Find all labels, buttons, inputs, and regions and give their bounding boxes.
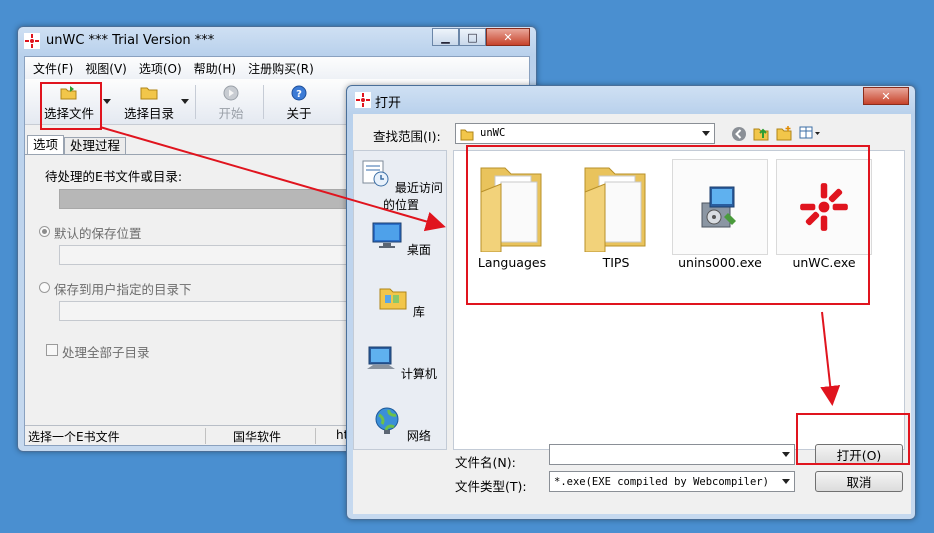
- place-desktop[interactable]: 桌面: [354, 219, 448, 258]
- select-directory-dropdown-arrow[interactable]: [181, 99, 189, 104]
- new-folder-icon[interactable]: [776, 125, 792, 141]
- source-label: 待处理的E书文件或目录:: [45, 169, 183, 184]
- look-in-label: 查找范围(I):: [373, 129, 441, 144]
- recent-places-icon: [362, 160, 389, 187]
- library-icon: [379, 288, 407, 310]
- look-in-dropdown-arrow[interactable]: [702, 131, 710, 136]
- status-message: 选择一个E书文件: [28, 430, 120, 444]
- help-icon: ?: [291, 85, 307, 101]
- folder-small-icon: [460, 129, 474, 141]
- folder-icon: [140, 87, 158, 100]
- status-divider-2: [315, 428, 316, 444]
- select-directory-label: 选择目录: [123, 106, 174, 121]
- custom-save-radio[interactable]: [39, 282, 50, 293]
- dialog-caption-buttons: ✕: [863, 87, 909, 105]
- menu-bar: 文件(F) 视图(V) 选项(O) 帮助(H) 注册购买(R): [25, 57, 529, 79]
- status-divider: [205, 428, 206, 444]
- custom-save-field[interactable]: [59, 301, 355, 321]
- maximize-button[interactable]: □: [459, 28, 486, 46]
- subdirs-label: 处理全部子目录: [62, 345, 150, 360]
- toolbar-separator-2: [263, 85, 264, 119]
- main-window-title: unWC *** Trial Version ***: [46, 33, 215, 48]
- dialog-close-button[interactable]: ✕: [863, 87, 909, 105]
- menu-register[interactable]: 注册购买(R): [248, 60, 314, 77]
- place-recent-label: 最近访问的位置: [382, 181, 443, 212]
- close-button[interactable]: ✕: [486, 28, 530, 46]
- filename-combo[interactable]: [549, 444, 795, 465]
- highlight-file-list: [466, 145, 870, 305]
- place-desktop-label: 桌面: [406, 243, 431, 257]
- look-in-value: unWC: [480, 127, 506, 139]
- filetype-value: *.exe(EXE compiled by Webcompiler): [554, 476, 769, 488]
- tab-options[interactable]: 选项: [27, 135, 65, 154]
- filetype-combo[interactable]: *.exe(EXE compiled by Webcompiler): [549, 471, 795, 492]
- select-file-dropdown-arrow[interactable]: [103, 99, 111, 104]
- play-icon: [223, 85, 239, 101]
- default-save-field[interactable]: [59, 245, 355, 265]
- computer-icon: [367, 346, 396, 369]
- filename-dropdown-arrow[interactable]: [782, 452, 790, 457]
- place-library[interactable]: 库: [354, 281, 448, 320]
- menu-help[interactable]: 帮助(H): [194, 60, 236, 77]
- default-save-radio[interactable]: [39, 226, 50, 237]
- select-directory-button[interactable]: 选择目录: [117, 82, 181, 122]
- menu-file[interactable]: 文件(F): [33, 60, 73, 77]
- minimize-button[interactable]: ▁: [432, 28, 459, 46]
- back-icon[interactable]: [731, 126, 747, 142]
- cancel-button[interactable]: 取消: [815, 471, 903, 492]
- unwc-app-icon: [355, 92, 371, 108]
- places-bar: 最近访问的位置 桌面 库 计算机 网络: [353, 150, 447, 450]
- place-library-label: 库: [412, 305, 425, 319]
- filetype-label: 文件类型(T):: [455, 479, 527, 494]
- highlight-open-button: [796, 413, 910, 465]
- dialog-title: 打开: [375, 96, 402, 111]
- network-icon: [375, 407, 399, 434]
- up-folder-icon[interactable]: [753, 125, 769, 141]
- svg-text:?: ?: [296, 89, 302, 100]
- place-computer[interactable]: 计算机: [354, 343, 448, 382]
- highlight-select-file: [40, 82, 102, 130]
- place-recent[interactable]: 最近访问的位置: [354, 157, 448, 213]
- filename-label: 文件名(N):: [455, 455, 516, 470]
- subdirs-checkbox[interactable]: [46, 344, 58, 356]
- start-label: 开始: [218, 106, 244, 121]
- place-network-label: 网络: [406, 429, 431, 443]
- source-path-field[interactable]: [59, 189, 355, 209]
- place-computer-label: 计算机: [400, 367, 437, 381]
- menu-view[interactable]: 视图(V): [85, 60, 127, 77]
- status-company: 国华软件: [233, 430, 282, 444]
- default-save-label: 默认的保存位置: [54, 226, 142, 241]
- about-label: 关于: [286, 106, 312, 121]
- place-network[interactable]: 网络: [354, 405, 448, 444]
- filetype-dropdown-arrow[interactable]: [782, 479, 790, 484]
- desktop-icon: [372, 222, 402, 248]
- tab-progress[interactable]: 处理过程: [64, 137, 127, 154]
- dialog-titlebar[interactable]: 打开 ✕: [347, 86, 915, 114]
- main-titlebar[interactable]: unWC *** Trial Version *** ▁ □ ✕: [18, 27, 536, 55]
- look-in-combo[interactable]: unWC: [455, 123, 715, 144]
- custom-save-label: 保存到用户指定的目录下: [54, 282, 192, 297]
- view-menu-icon[interactable]: [799, 125, 821, 141]
- tab-strip: 选项 处理过程: [27, 135, 127, 154]
- menu-options[interactable]: 选项(O): [139, 60, 182, 77]
- start-button[interactable]: 开始: [209, 82, 253, 122]
- about-button[interactable]: ? 关于: [277, 82, 321, 122]
- toolbar-separator: [195, 85, 196, 119]
- unwc-app-icon: [24, 33, 40, 49]
- caption-buttons: ▁ □ ✕: [432, 28, 530, 46]
